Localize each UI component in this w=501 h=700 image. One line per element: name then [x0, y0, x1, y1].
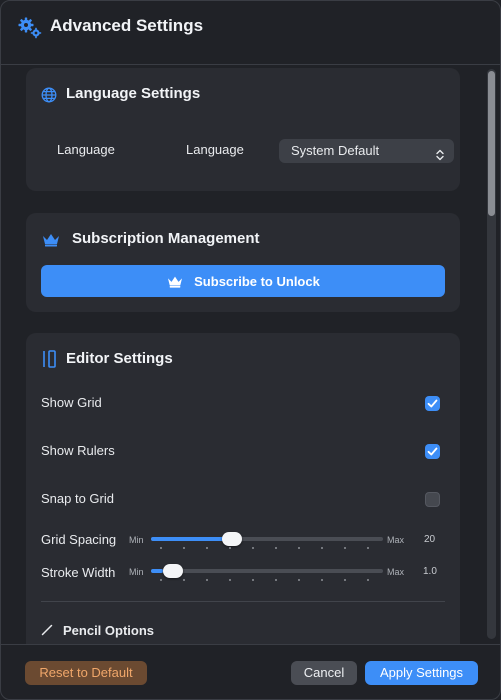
crown-icon	[41, 231, 61, 252]
apply-settings-button[interactable]: Apply Settings	[365, 661, 478, 685]
footer-bar: Reset to Default Cancel Apply Settings	[1, 644, 500, 699]
scrollbar-thumb[interactable]	[488, 71, 495, 216]
grid-spacing-knob[interactable]	[222, 532, 243, 546]
stroke-width-slider[interactable]	[151, 569, 383, 573]
crown-icon	[168, 276, 183, 288]
pencil-icon	[41, 623, 53, 641]
subscription-title: Subscription Management	[72, 230, 260, 247]
cancel-button[interactable]: Cancel	[291, 661, 357, 685]
subscription-card: Subscription Management Subscribe to Unl…	[26, 213, 460, 312]
show-grid-checkbox[interactable]	[425, 396, 440, 411]
language-select[interactable]: System Default	[279, 139, 454, 163]
language-field-label: Language	[186, 142, 244, 157]
stroke-width-value: 1.0	[423, 566, 437, 577]
ruler-icon	[42, 350, 58, 373]
grid-spacing-fill	[151, 537, 233, 541]
editor-settings-title: Editor Settings	[66, 350, 173, 367]
language-settings-title: Language Settings	[66, 85, 201, 102]
stroke-width-min-label: Min	[129, 567, 144, 577]
language-select-value: System Default	[291, 143, 380, 158]
stroke-width-max-label: Max	[387, 567, 405, 577]
chevron-updown-icon	[436, 145, 444, 169]
show-rulers-checkbox[interactable]	[425, 444, 440, 459]
stroke-width-label: Stroke Width	[41, 565, 116, 580]
snap-to-grid-checkbox[interactable]	[425, 492, 440, 507]
globe-icon	[41, 87, 57, 108]
subscribe-button-label: Subscribe to Unlock	[194, 273, 320, 289]
subscribe-button[interactable]: Subscribe to Unlock	[41, 265, 445, 297]
grid-spacing-slider[interactable]	[151, 537, 383, 541]
grid-spacing-label: Grid Spacing	[41, 532, 117, 547]
gears-icon	[18, 17, 42, 39]
window-title: Advanced Settings	[50, 16, 204, 35]
settings-scroll-area[interactable]: Language Settings Language Language Syst…	[1, 65, 500, 644]
show-grid-label: Show Grid	[41, 395, 102, 410]
checkmark-icon	[427, 399, 438, 408]
editor-settings-card: Editor Settings Show Grid Show Rulers Sn…	[26, 333, 460, 644]
snap-to-grid-label: Snap to Grid	[41, 491, 114, 506]
language-row-label: Language	[57, 142, 115, 157]
title-bar: Advanced Settings	[1, 1, 500, 65]
section-divider	[41, 601, 445, 602]
stroke-width-fill	[151, 569, 163, 573]
grid-spacing-min-label: Min	[129, 535, 144, 545]
grid-spacing-max-label: Max	[387, 535, 405, 545]
advanced-settings-window: Advanced Settings Language Settings Lang…	[0, 0, 501, 700]
reset-to-default-button[interactable]: Reset to Default	[25, 661, 147, 685]
language-settings-card: Language Settings Language Language Syst…	[26, 68, 460, 191]
show-rulers-label: Show Rulers	[41, 443, 115, 458]
pencil-options-label[interactable]: Pencil Options	[63, 623, 154, 638]
scrollbar[interactable]	[487, 69, 496, 639]
checkmark-icon	[427, 447, 438, 456]
stroke-width-knob[interactable]	[162, 564, 183, 578]
grid-spacing-value: 20	[424, 534, 436, 545]
